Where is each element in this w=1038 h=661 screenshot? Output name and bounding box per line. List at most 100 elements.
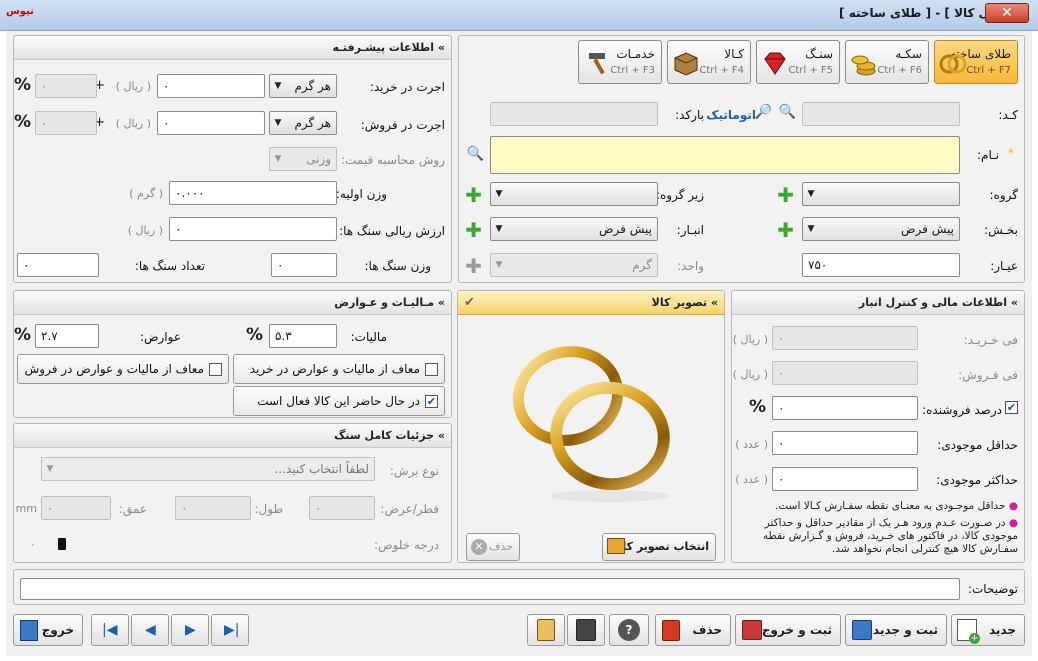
seller-pct-input[interactable]: ۰ (772, 396, 918, 420)
sell-wage-pct-input[interactable]: ۰ (35, 111, 97, 135)
skip-end-icon: ▶| (224, 622, 240, 638)
barcode-search-icon[interactable]: 🔎 (755, 104, 772, 120)
max-stock-input[interactable]: ۰ (772, 467, 918, 491)
stone-count-input[interactable]: ۰ (17, 253, 99, 277)
sell-wage-mode-select[interactable]: هر گرم ▼ (269, 111, 337, 135)
code-input[interactable] (802, 102, 960, 126)
auto-barcode-link[interactable]: اتوماتیک (706, 108, 756, 122)
seller-pct-checkbox[interactable]: ✔ (1005, 401, 1018, 414)
save-new-button[interactable]: ثبت و جدید (845, 614, 947, 646)
group-select[interactable]: ▼ (802, 182, 960, 206)
tab-made-gold[interactable]: طلای ساخته Ctrl + F7 (934, 40, 1018, 84)
checkbox (209, 363, 222, 376)
active-checkbox[interactable]: ✔ در حال حاضر این کالا فعال است (233, 386, 445, 416)
exit-button[interactable]: خروج (13, 614, 83, 646)
duty-input[interactable]: ۲.۷ (35, 324, 99, 348)
tab-coin[interactable]: سکـه Ctrl + F6 (845, 40, 929, 84)
karat-input[interactable]: ۷۵۰ (802, 253, 960, 277)
prev-record-button[interactable]: ◀ (131, 614, 169, 646)
warehouse-select[interactable]: پیش فرض ▼ (490, 217, 658, 241)
exempt-buy-checkbox[interactable]: معاف از مالیات و عوارض در خرید (233, 354, 445, 384)
description-label: توضیحات: (967, 582, 1018, 596)
stone-weight-input[interactable]: ۰ (271, 253, 337, 277)
save-exit-button[interactable]: ثبت و خروج (735, 614, 841, 646)
seller-pct-label: درصد فروشنده: (922, 403, 1002, 417)
buy-price-input[interactable]: ۰ (772, 326, 918, 350)
new-button[interactable]: جدید + (951, 614, 1025, 646)
main-info-panel: طلای ساخته Ctrl + F7 سکـه Ctrl + F6 سنـگ… (458, 35, 1025, 283)
depth-input[interactable]: ۰ (41, 496, 111, 520)
next-record-button[interactable]: ▶ (171, 614, 209, 646)
tab-shortcut: Ctrl + F3 (610, 65, 655, 76)
tab-stone[interactable]: سنـگ Ctrl + F5 (756, 40, 840, 84)
length-input[interactable]: ۰ (175, 496, 251, 520)
stone-value-input[interactable]: ۰ (169, 217, 337, 241)
help-button[interactable]: ? (609, 614, 649, 646)
checkbox: ✔ (425, 395, 438, 408)
gold-calc-button[interactable] (567, 614, 605, 646)
tab-label: خدمـات (616, 47, 655, 61)
calculator-icon (537, 619, 555, 641)
stone-value-unit: ( ریال ) (127, 224, 163, 237)
add-warehouse-icon[interactable]: ✚ (465, 220, 482, 240)
add-group-icon[interactable]: ✚ (777, 185, 794, 205)
close-button[interactable]: ✕ (985, 3, 1029, 23)
purity-slider-handle[interactable] (58, 538, 66, 550)
initial-weight-input[interactable]: ۰.۰۰۰ (169, 181, 337, 205)
tab-shortcut: Ctrl + F4 (699, 65, 744, 76)
warehouse-label: انبـار: (676, 223, 704, 237)
advanced-panel: » اطلاعات پیشـرفتـه اجرت در خرید: هر گرم… (13, 35, 452, 283)
buy-wage-pct-input[interactable]: ۰ (35, 74, 97, 98)
sell-price-input[interactable]: ۰ (772, 361, 918, 385)
tax-input[interactable]: ۵.۳ (269, 324, 337, 348)
image-header: » تصویر کالا ✔ (458, 291, 724, 315)
new-label: جدید (988, 623, 1016, 637)
delete-image-button[interactable]: حذف ✕ (466, 533, 520, 561)
bullet-icon: ● (1005, 517, 1018, 529)
add-section-icon[interactable]: ✚ (777, 220, 794, 240)
description-input[interactable] (20, 578, 960, 600)
close-icon: ✕ (471, 539, 487, 555)
first-record-button[interactable]: |◀ (91, 614, 129, 646)
buy-price-label: فی خـریـد: (963, 333, 1018, 347)
min-stock-input[interactable]: ۰ (772, 431, 918, 455)
buy-wage-input[interactable]: ۰ (157, 74, 265, 98)
select-image-button[interactable]: انتخاب تصویر کالا (602, 533, 716, 561)
last-record-button[interactable]: ▶| (211, 614, 249, 646)
add-subgroup-icon[interactable]: ✚ (465, 185, 482, 205)
name-input[interactable] (490, 136, 960, 174)
unit-label: واحد: (677, 259, 704, 273)
diameter-input[interactable]: ۰ (309, 496, 375, 520)
price-method-label: روش محاسبه قیمت: (341, 153, 445, 167)
title-bar: نیوس [ معرفی کالا ] - [ طلای ساخته ] ✕ (0, 0, 1038, 31)
new-document-icon: + (957, 619, 980, 644)
cut-select[interactable]: لطفاً انتخاب کنید... ▼ (41, 457, 375, 481)
delete-image-label: حذف (489, 540, 513, 553)
subgroup-select[interactable]: ▼ (490, 182, 658, 206)
image-add-icon (607, 538, 625, 554)
name-search-icon[interactable]: 🔍 (467, 146, 484, 162)
sell-wage-input[interactable]: ۰ (157, 111, 265, 135)
delete-button[interactable]: حذف (655, 614, 731, 646)
check-icon[interactable]: ✔ (464, 291, 475, 315)
exempt-sell-checkbox[interactable]: معاف از مالیات و عوارض در فروش (17, 354, 229, 384)
note-2-text: در صـورت عـدم ورود هـر یک از مقادیر حداق… (762, 517, 1018, 555)
percent-icon: % (748, 397, 766, 417)
buy-wage-mode-select[interactable]: هر گرم ▼ (269, 74, 337, 98)
exit-door-icon (20, 620, 38, 641)
barcode-input[interactable] (490, 102, 658, 126)
unit-select[interactable]: گرم ▼ (490, 253, 658, 277)
code-search-icon[interactable]: 🔍 (779, 104, 796, 120)
finance-title: اطلاعات مالی و کنترل انبار (858, 296, 1008, 309)
tab-services[interactable]: خدمـات Ctrl + F3 (578, 40, 662, 84)
price-method-select[interactable]: وزنی ▼ (269, 147, 337, 171)
add-unit-icon[interactable]: ✚ (465, 256, 482, 276)
play-icon: ▶ (185, 622, 196, 638)
rings-icon (939, 54, 967, 74)
sell-wage-unit: ( ریال ) (115, 117, 151, 130)
section-select[interactable]: پیش فرض ▼ (802, 217, 960, 241)
tab-goods[interactable]: کـالا Ctrl + F4 (667, 40, 751, 84)
calculator-button[interactable] (527, 614, 565, 646)
initial-weight-label: وزن اولیه: (335, 187, 387, 201)
tab-shortcut: Ctrl + F7 (966, 65, 1011, 76)
